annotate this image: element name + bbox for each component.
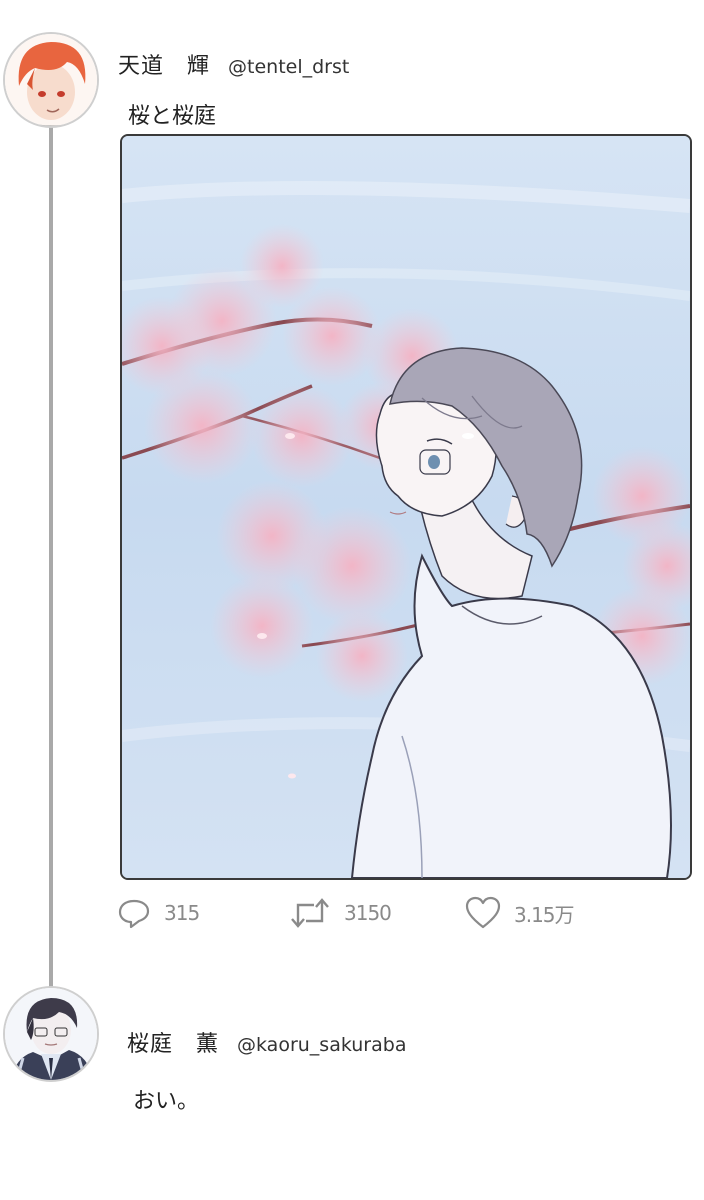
thread-connector-line xyxy=(49,118,53,988)
author-display-name[interactable]: 桜庭 薫 xyxy=(127,1026,219,1058)
tweet-image-illustration[interactable] xyxy=(120,134,692,880)
reply-action[interactable]: 315 xyxy=(116,895,200,931)
avatar-tentel[interactable] xyxy=(3,32,99,128)
retweet-action[interactable]: 3150 xyxy=(288,895,392,931)
like-icon[interactable] xyxy=(464,895,502,931)
tweet-actions: 315 3150 3.15万 xyxy=(116,895,616,939)
avatar-kaoru[interactable] xyxy=(3,986,99,1082)
reply-count: 315 xyxy=(164,901,200,925)
author-display-name[interactable]: 天道 輝 xyxy=(118,48,210,80)
like-action[interactable]: 3.15万 xyxy=(464,895,575,931)
tweet-text: 桜と桜庭 xyxy=(128,104,217,129)
retweet-icon[interactable] xyxy=(288,895,332,931)
retweet-count: 3150 xyxy=(344,901,392,925)
reply-icon[interactable] xyxy=(116,895,152,931)
like-count: 3.15万 xyxy=(514,902,575,927)
author-handle[interactable]: @tentel_drst xyxy=(228,56,349,78)
tweet-header: 桜庭 薫 @kaoru_sakuraba xyxy=(127,1026,406,1058)
tweet-text: おい。 xyxy=(133,1089,200,1114)
tweet-header: 天道 輝 @tentel_drst xyxy=(118,48,349,80)
author-handle[interactable]: @kaoru_sakuraba xyxy=(237,1034,406,1056)
